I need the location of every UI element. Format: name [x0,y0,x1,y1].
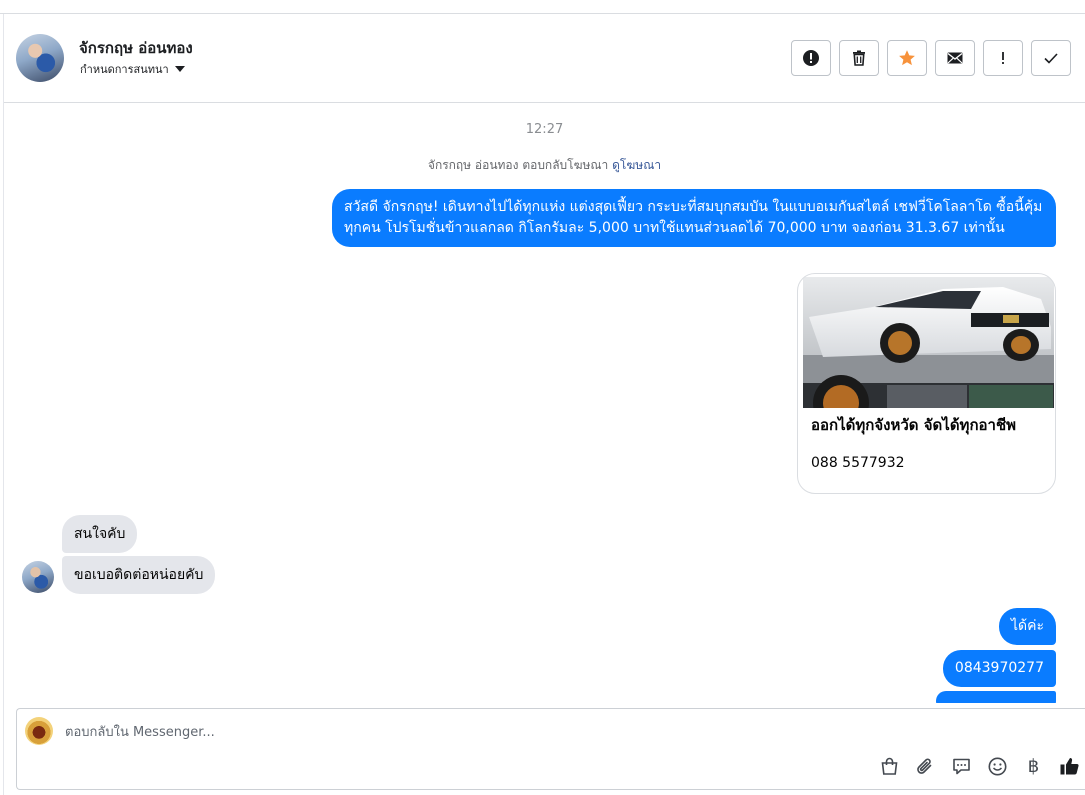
page-avatar [25,717,53,745]
outgoing-message[interactable]: สวัสดี จักรกฤษ! เดินทางไปได้ทุกแห่ง แต่ง… [332,189,1056,247]
exclaim-icon [1002,52,1004,64]
outgoing-message[interactable]: ได้ค่ะ [998,608,1056,645]
shopping-bag-icon [881,757,898,775]
top-edge [0,0,1085,14]
ad-card[interactable]: ออกได้ทุกจังหวัด จัดได้ทุกอาชีพ 088 5577… [797,273,1056,494]
message-timestamp: 12:27 [525,122,564,137]
mark-unread-button[interactable] [935,40,975,76]
ad-card-title: ออกได้ทุกจังหวัด จัดได้ทุกอาชีพ [811,416,1017,434]
attach-button[interactable] [914,755,937,778]
report-button[interactable] [791,40,831,76]
shop-button[interactable] [878,755,901,778]
like-button[interactable] [1058,755,1081,778]
emoji-button[interactable] [986,755,1009,778]
saved-replies-button[interactable] [950,755,973,778]
sender-avatar[interactable] [22,561,54,593]
view-ad-link[interactable]: ดูโฆษณา [612,158,661,172]
outgoing-message[interactable]: 0843970277 [942,650,1056,687]
incoming-message[interactable]: ขอเบอติดต่อหน่อยคับ [62,556,216,594]
conversation-schedule-dropdown[interactable]: กำหนดการสนทนา [80,60,185,78]
payment-button[interactable]: ฿ [1022,755,1045,778]
header-actions [791,40,1071,76]
delete-button[interactable] [839,40,879,76]
trash-icon [853,50,865,66]
spam-button[interactable] [983,40,1023,76]
message-thread[interactable]: 12:27 จักรกฤษ อ่อนทอง ตอบกลับโฆษณา ดูโฆษ… [4,103,1085,703]
paperclip-icon [917,758,932,774]
star-icon [899,50,915,66]
baht-icon: ฿ [1027,756,1040,777]
reply-input[interactable] [65,719,765,745]
check-icon [1044,53,1058,64]
schedule-label: กำหนดการสนทนา [80,63,169,76]
composer-tools: ฿ [878,755,1081,778]
thumbs-up-icon [1060,758,1079,775]
truck-image [803,277,1054,408]
report-icon [803,50,819,66]
star-button[interactable] [887,40,927,76]
contact-avatar[interactable] [16,34,64,82]
outgoing-message-partial[interactable] [936,691,1056,703]
chat-bubble-icon [953,758,970,775]
mail-icon [947,52,963,64]
smiley-icon [988,757,1007,776]
caret-down-icon [174,66,185,72]
ad-reply-text: จักรกฤษ อ่อนทอง ตอบกลับโฆษณา [427,158,609,172]
reply-composer: ฿ [16,708,1085,790]
mark-done-button[interactable] [1031,40,1071,76]
incoming-message[interactable]: สนใจคับ [62,515,138,553]
conversation-header: จักรกฤษ อ่อนทอง กำหนดการสนทนา [4,14,1085,103]
contact-name[interactable]: จักรกฤษ อ่อนทอง [79,36,193,60]
ad-card-phone: 088 5577932 [811,455,905,471]
ad-reply-note: จักรกฤษ อ่อนทอง ตอบกลับโฆษณา ดูโฆษณา [4,156,1085,175]
